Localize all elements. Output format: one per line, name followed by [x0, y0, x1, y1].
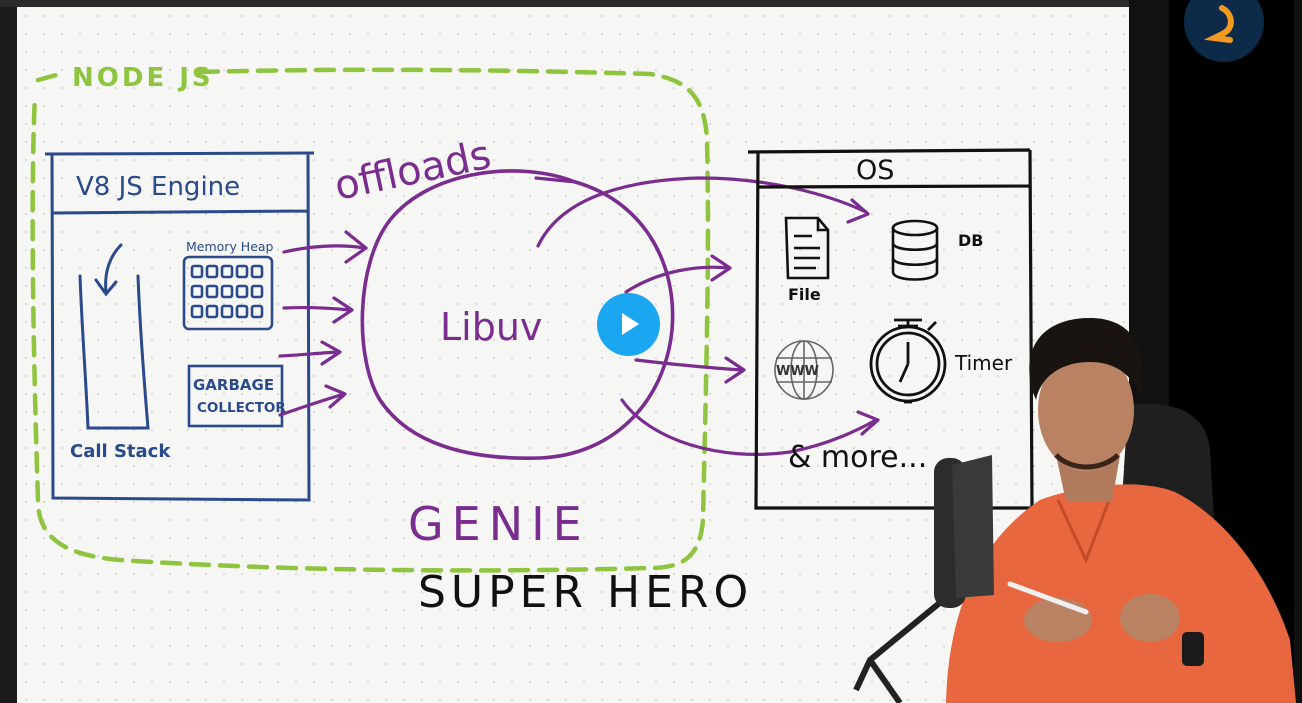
video-player: NODE JS V8 JS Engine Call Stack Memory H…	[0, 0, 1302, 703]
presenter-overlay	[853, 318, 1296, 703]
presenter-right-hand	[1120, 594, 1180, 642]
presenter-shirt	[946, 484, 1296, 703]
smartwatch	[1182, 632, 1204, 666]
presenter-left-hand	[1024, 598, 1092, 642]
play-button[interactable]	[597, 293, 660, 356]
